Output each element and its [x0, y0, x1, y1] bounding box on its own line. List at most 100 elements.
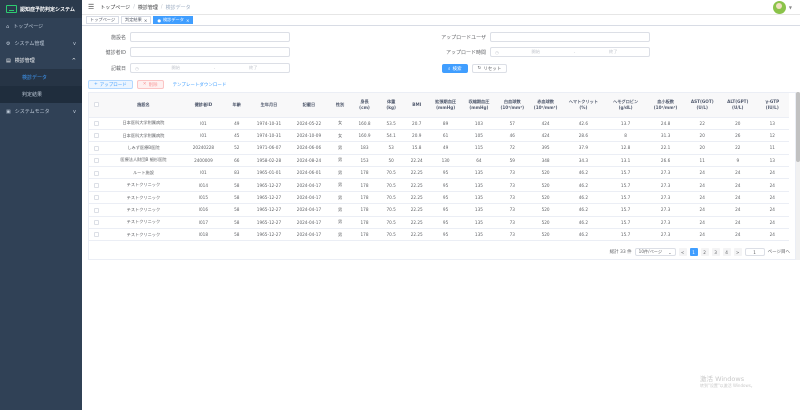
table-row[interactable]: テストクリニック l014 58 1965-12-27 2024-04-17 男 178 70…: [89, 178, 789, 192]
search-button[interactable]: ⌕ 検索: [442, 64, 468, 73]
row-checkbox[interactable]: [89, 228, 105, 242]
prev-page-button[interactable]: <: [678, 248, 687, 256]
record-date-range[interactable]: ◷ 開始 - 終了: [130, 63, 290, 73]
column-header: 赤血球数 (10⁶/mm³): [528, 93, 563, 118]
range-start[interactable]: 開始: [500, 49, 572, 55]
upload-user-input[interactable]: [490, 32, 650, 42]
table-cell: 24: [720, 191, 756, 205]
table-cell: 24: [755, 216, 789, 230]
sidebar-item-checkup[interactable]: ▤ 検診管理 ^: [0, 52, 82, 69]
table-cell: 2024-04-17: [288, 216, 329, 230]
page-size-value: 10件/ページ: [638, 249, 663, 254]
record-date-label: 記載日: [110, 65, 126, 72]
scrollbar-thumb[interactable]: [796, 92, 800, 162]
table-cell: 130: [428, 154, 463, 168]
column-header: ヘマトクリット (%): [562, 93, 605, 118]
checkup-id-input[interactable]: [130, 47, 290, 57]
page-button-4[interactable]: 4: [722, 248, 731, 256]
sidebar-subitem-results[interactable]: 判定結果: [0, 86, 82, 103]
row-checkbox[interactable]: [89, 216, 105, 230]
table-row[interactable]: 日本医科大学附属病院 l01 45 1974-10-31 2024-10-09 女 160.…: [89, 129, 789, 143]
reset-button[interactable]: ↻ リセット: [471, 64, 508, 73]
table-cell: 24: [720, 166, 756, 180]
table-cell: 95: [428, 216, 463, 230]
row-checkbox[interactable]: [89, 129, 105, 143]
table-cell: 20.9: [404, 129, 429, 143]
table-cell: 24: [755, 178, 789, 192]
upload-time-range[interactable]: ◷ 開始 - 終了: [490, 47, 650, 57]
row-checkbox[interactable]: [89, 117, 105, 130]
page-button-3[interactable]: 3: [711, 248, 720, 256]
home-icon: ⌂: [6, 23, 10, 30]
table-cell: 95: [428, 191, 463, 205]
column-header: 記載日: [288, 93, 329, 118]
table-row[interactable]: テストクリニック l016 58 1965-12-27 2024-04-17 男 178 70…: [89, 203, 789, 217]
table-cell: 95: [428, 228, 463, 242]
page-button-2[interactable]: 2: [700, 248, 709, 256]
tag-label: 判定結果: [125, 17, 142, 22]
row-checkbox[interactable]: [89, 191, 105, 205]
table-cell: 24: [684, 228, 720, 242]
table-cell: 27.3: [646, 166, 685, 180]
range-start[interactable]: 開始: [140, 65, 212, 71]
tag-checkup-data[interactable]: ● 検診データ ×: [153, 16, 194, 24]
table-cell: 13: [755, 117, 789, 130]
row-checkbox[interactable]: [89, 141, 105, 155]
caret-down-icon[interactable]: ▼: [789, 5, 792, 10]
table-cell: 53: [377, 141, 405, 155]
close-icon[interactable]: ×: [186, 18, 190, 23]
table-cell: 24: [720, 228, 756, 242]
row-checkbox[interactable]: [89, 203, 105, 217]
table-row[interactable]: テストクリニック l018 58 1965-12-27 2024-04-17 男 178 70…: [89, 228, 789, 242]
table-cell: l015: [182, 191, 225, 205]
table-cell: 58: [224, 203, 249, 217]
next-page-button[interactable]: >: [733, 248, 742, 256]
breadcrumb-item[interactable]: 検診管理: [138, 4, 158, 11]
table-cell: l017: [182, 216, 225, 230]
table-cell: 2024-08-24: [288, 154, 329, 168]
table-cell: 28.6: [562, 129, 605, 143]
select-all-checkbox[interactable]: [89, 93, 105, 118]
column-header: 施設名: [104, 93, 183, 118]
clipboard-icon: ▤: [6, 57, 11, 64]
row-checkbox[interactable]: [89, 166, 105, 180]
table-row[interactable]: 医療法人財団B 細杉医院 2400009 66 1958-02-28 2024-08-2…: [89, 154, 789, 168]
table-cell: 1974-10-31: [248, 129, 289, 143]
table-row[interactable]: しみず医療B医院 20240228 52 1971-06-07 2024-06-06 男 1…: [89, 141, 789, 155]
table-row[interactable]: 日本医科大学附属病院 l01 49 1974-10-31 2024-05-22 女 160.…: [89, 117, 789, 130]
table-row[interactable]: テストクリニック l017 58 1965-12-27 2024-04-17 男 178 70…: [89, 216, 789, 230]
close-icon[interactable]: ×: [144, 18, 148, 23]
data-table: 施設名 健診者ID 年齢 生年月日 記載日 性別 身長 (cm) 体重 (kg) BMI 拡張期血…: [88, 92, 796, 260]
row-checkbox[interactable]: [89, 154, 105, 168]
sidebar-item-system[interactable]: ⚙ システム管理 v: [0, 35, 82, 52]
column-header: 生年月日: [248, 93, 289, 118]
tag-top[interactable]: トップページ: [86, 16, 120, 24]
tag-results[interactable]: 判定結果 ×: [121, 16, 152, 24]
table-cell: 395: [528, 141, 563, 155]
sidebar-item-top[interactable]: ⌂ トップページ: [0, 18, 82, 35]
sidebar-item-monitor[interactable]: ▣ システムモニタ v: [0, 103, 82, 120]
upload-button[interactable]: + アップロード: [88, 80, 133, 89]
facility-input[interactable]: [130, 32, 290, 42]
table-row[interactable]: テストクリニック l015 58 1965-12-27 2024-04-17 男 178 70…: [89, 191, 789, 205]
table-row[interactable]: ルート施設 l01 83 1965-01-01 2024-06-01 男 178 70.5 22…: [89, 166, 789, 180]
range-end[interactable]: 終了: [218, 65, 290, 71]
page-size-select[interactable]: 10件/ページ ⌄: [634, 248, 676, 256]
row-checkbox[interactable]: [89, 178, 105, 192]
page-button-1[interactable]: 1: [689, 248, 698, 256]
table-cell: 22.25: [404, 166, 429, 180]
hamburger-icon[interactable]: ☰: [88, 3, 94, 11]
table-cell: 20: [684, 129, 720, 143]
tag-label: 検診データ: [162, 17, 184, 22]
sidebar-subitem-checkup-data[interactable]: 検診データ: [0, 69, 82, 86]
breadcrumb-item[interactable]: トップページ: [100, 4, 130, 11]
avatar[interactable]: [773, 1, 786, 14]
table-scrollbar[interactable]: [796, 92, 800, 260]
app-logo[interactable]: 認知症予防判定システム: [0, 0, 82, 18]
goto-page-input[interactable]: 1: [744, 248, 765, 256]
table-cell: 15.7: [604, 166, 647, 180]
delete-button[interactable]: ✕ 削除: [136, 80, 164, 89]
template-download-link[interactable]: テンプレートダウンロード: [168, 80, 232, 89]
table-cell: l01: [182, 117, 225, 130]
range-end[interactable]: 終了: [578, 49, 650, 55]
